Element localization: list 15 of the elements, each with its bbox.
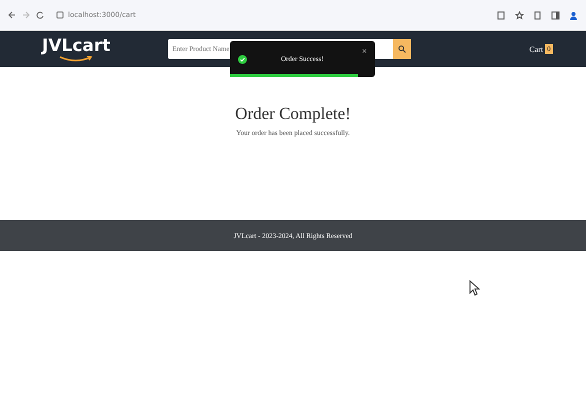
star-icon[interactable] [515,10,524,20]
mouse-pointer-icon [469,280,480,296]
smile-arrow-icon [59,56,94,62]
back-icon[interactable] [8,11,16,19]
page-heading: Order Complete! [235,104,351,124]
site-info-icon[interactable] [56,11,64,19]
close-button[interactable]: × [362,46,367,56]
sidebar-icon[interactable] [551,10,560,20]
search-button[interactable] [393,39,412,59]
logo[interactable]: JVLcart [40,36,112,62]
search-icon [398,45,406,53]
check-icon [238,54,247,64]
cart-link[interactable]: Cart [529,44,544,54]
reload-icon[interactable] [36,11,44,19]
profile-icon[interactable] [569,10,578,20]
